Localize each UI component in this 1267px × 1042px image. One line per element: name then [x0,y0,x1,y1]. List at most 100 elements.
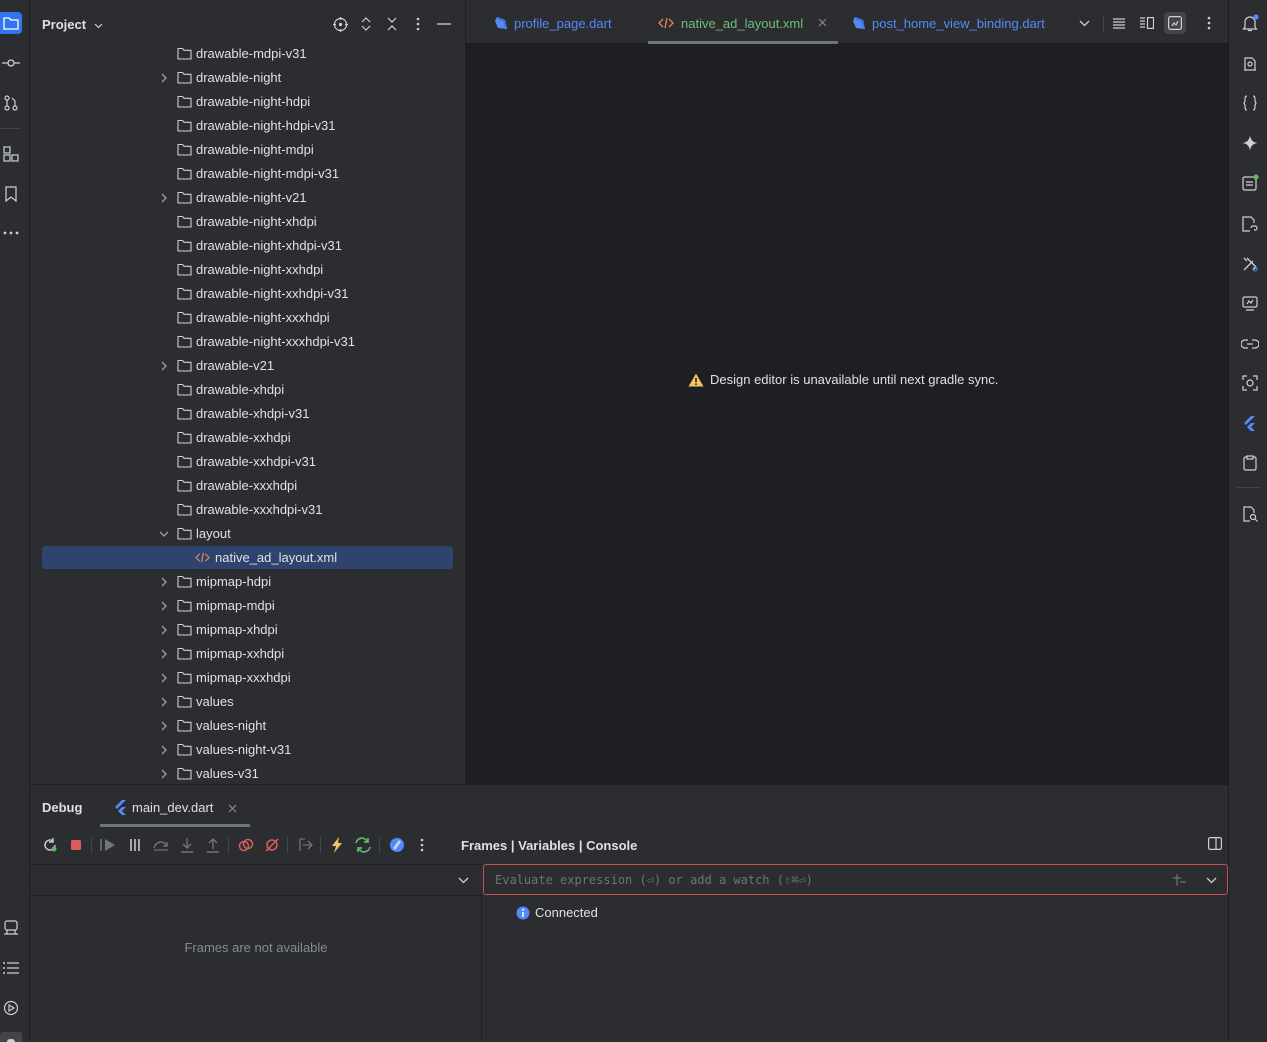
tree-item-selected[interactable]: native_ad_layout.xml [30,546,465,570]
code-view-button[interactable] [1108,12,1130,34]
view-breakpoints-button[interactable] [236,835,256,855]
tree-item[interactable]: drawable-night-xxxhdpi-v31 [30,330,465,354]
project-view-selector[interactable]: Project [42,17,103,32]
design-view-button[interactable] [1164,12,1186,34]
more-tools-button[interactable] [0,222,22,244]
chevron-right-icon[interactable] [158,744,170,756]
thread-selector[interactable] [30,864,482,896]
stop-button[interactable] [66,835,86,855]
tree-item[interactable]: mipmap-mdpi [30,594,465,618]
gradle-button[interactable] [1239,53,1261,75]
split-view-button[interactable] [1136,12,1158,34]
tree-item[interactable]: drawable-night-mdpi [30,138,465,162]
chevron-down-icon[interactable] [1206,877,1217,884]
hot-reload-button[interactable] [327,835,347,855]
tree-item[interactable]: drawable-night-hdpi [30,90,465,114]
tree-item[interactable]: values-night-v31 [30,738,465,762]
tree-item[interactable]: drawable-xxhdpi [30,426,465,450]
flutter-inspector-button[interactable] [1239,412,1261,434]
tab-debug-session[interactable]: main_dev.dart [100,785,250,827]
tree-item[interactable]: drawable-night-xhdpi-v31 [30,234,465,258]
tab-post-home-view-binding[interactable]: post_home_view_binding.dart [842,0,1072,44]
devtools-button[interactable] [387,835,407,855]
chevron-right-icon[interactable] [158,600,170,612]
debug-tool-button[interactable] [0,1032,22,1042]
step-into-button[interactable] [177,835,197,855]
tree-item[interactable]: mipmap-xxxhdpi [30,666,465,690]
find-usages-button[interactable] [1239,503,1261,525]
tree-item[interactable]: drawable-night-xxhdpi-v31 [30,282,465,306]
gemini-button[interactable] [1239,132,1261,154]
mute-breakpoints-button[interactable] [262,835,282,855]
debug-more-button[interactable] [412,835,432,855]
device-mirroring-button[interactable] [1239,452,1261,474]
device-explorer-button[interactable] [1239,172,1261,194]
services-tool-button[interactable] [0,997,22,1019]
flutter-outline-button[interactable] [1239,92,1261,114]
drop-frame-button[interactable] [295,835,315,855]
bookmarks-tool-button[interactable] [0,183,22,205]
pull-requests-tool-button[interactable] [0,92,22,114]
project-tool-button[interactable] [0,12,22,34]
device-manager-tool-button[interactable] [0,916,22,938]
chevron-right-icon[interactable] [158,624,170,636]
tree-item[interactable]: drawable-night [30,66,465,90]
chevron-right-icon[interactable] [158,672,170,684]
step-over-button[interactable] [151,835,171,855]
expand-all-button[interactable] [356,14,376,34]
app-links-button[interactable] [1239,213,1261,235]
notifications-button[interactable] [1239,12,1261,34]
editor-options-button[interactable] [1198,12,1220,34]
chevron-right-icon[interactable] [158,72,170,84]
tree-item[interactable]: layout [30,522,465,546]
hot-restart-button[interactable] [353,835,373,855]
tree-item[interactable]: drawable-xxxhdpi [30,474,465,498]
tree-item[interactable]: drawable-xhdpi-v31 [30,402,465,426]
chevron-right-icon[interactable] [158,576,170,588]
tree-item[interactable]: values-night [30,714,465,738]
collapse-all-button[interactable] [382,14,402,34]
chevron-right-icon[interactable] [158,192,170,204]
chevron-right-icon[interactable] [158,720,170,732]
tab-profile-page[interactable]: profile_page.dart [484,0,634,44]
step-out-button[interactable] [203,835,223,855]
tab-list-button[interactable] [1073,12,1095,34]
tree-item[interactable]: mipmap-xxhdpi [30,642,465,666]
close-icon[interactable] [818,18,827,27]
rerun-button[interactable] [40,835,60,855]
close-icon[interactable] [228,804,237,813]
locate-file-button[interactable] [330,14,350,34]
tree-item[interactable]: drawable-xxxhdpi-v31 [30,498,465,522]
tree-item[interactable]: drawable-night-xxxhdpi [30,306,465,330]
commit-tool-button[interactable] [0,52,22,74]
chevron-right-icon[interactable] [158,768,170,780]
tree-item[interactable]: drawable-night-hdpi-v31 [30,114,465,138]
resume-button[interactable] [98,835,118,855]
screen-capture-button[interactable] [1239,372,1261,394]
tree-item[interactable]: values-v31 [30,762,465,784]
tab-native-ad-layout[interactable]: native_ad_layout.xml [648,0,838,44]
layout-settings-button[interactable] [1208,837,1222,850]
todo-tool-button[interactable] [0,957,22,979]
structure-tool-button[interactable] [0,143,22,165]
tree-item[interactable]: drawable-xhdpi [30,378,465,402]
pause-button[interactable] [125,835,145,855]
tree-item[interactable]: mipmap-xhdpi [30,618,465,642]
tree-item[interactable]: drawable-night-v21 [30,186,465,210]
chevron-right-icon[interactable] [158,696,170,708]
tree-item[interactable]: mipmap-hdpi [30,570,465,594]
layout-inspector-button[interactable] [1239,253,1261,275]
frames-variables-console-tabs[interactable]: Frames | Variables | Console [461,838,637,853]
tree-item[interactable]: drawable-night-xhdpi [30,210,465,234]
chevron-right-icon[interactable] [158,648,170,660]
add-watch-icon[interactable] [1172,873,1186,887]
tree-item[interactable]: drawable-v21 [30,354,465,378]
app-inspection-button[interactable] [1239,333,1261,355]
options-button[interactable] [408,14,428,34]
tree-item[interactable]: values [30,690,465,714]
chevron-right-icon[interactable] [158,360,170,372]
chevron-down-icon[interactable] [158,528,170,540]
tree-item[interactable]: drawable-mdpi-v31 [30,42,465,66]
evaluate-expression-input[interactable] [484,865,1164,894]
running-devices-button[interactable] [1239,292,1261,314]
